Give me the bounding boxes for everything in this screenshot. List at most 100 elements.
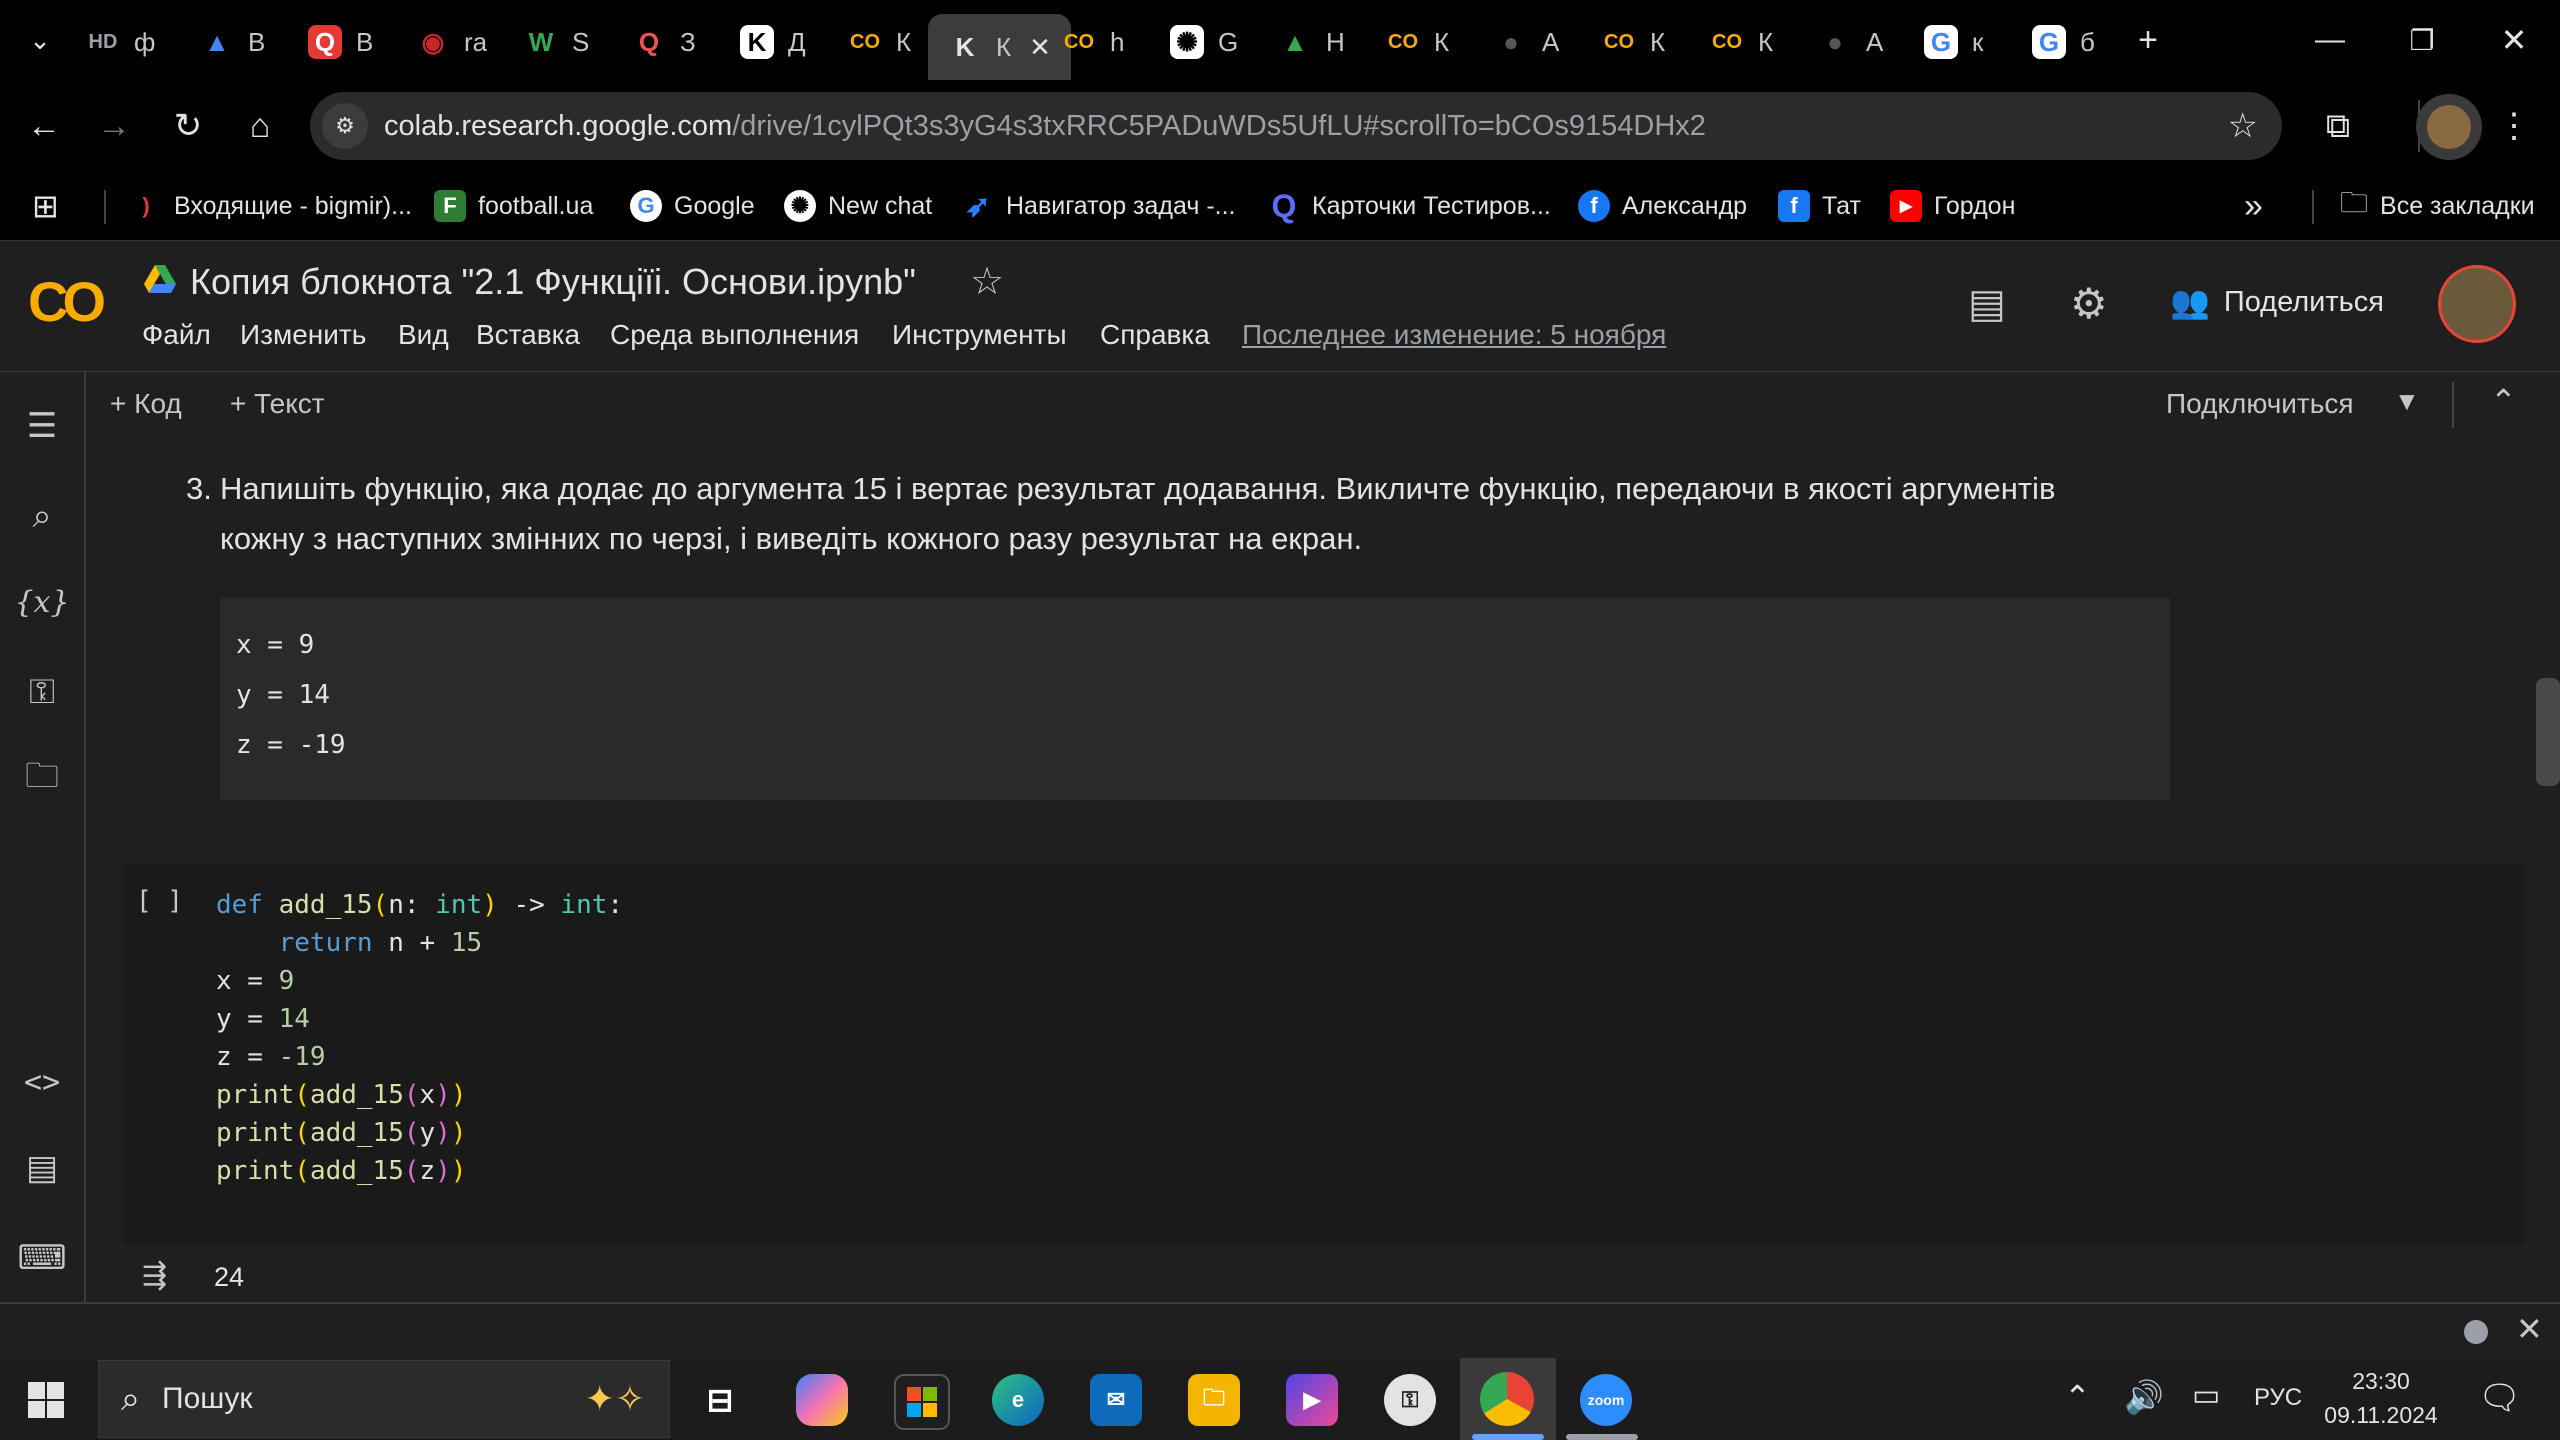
code-cell[interactable]: [ ] def add_15(n: int) -> int: return n … [124,864,2524,1244]
command-palette-icon[interactable]: ▤ [18,1144,66,1192]
browser-tab[interactable]: WS [524,14,590,70]
clock-date[interactable]: 09.11.2024 [2316,1402,2446,1429]
run-cell-button[interactable]: [ ] [136,886,183,916]
new-tab-button[interactable]: + [2124,16,2172,64]
share-button[interactable]: 👥 Поделиться [2170,283,2384,321]
store-app-icon[interactable] [894,1374,950,1430]
minimize-icon[interactable]: — [2306,16,2354,64]
windows-start-icon[interactable] [28,1382,64,1418]
menu-tools[interactable]: Инструменты [892,319,1067,351]
browser-tab[interactable]: ▲ Н [1278,14,1345,70]
forward-icon[interactable]: → [90,102,138,150]
bookmark-star-icon[interactable]: ☆ [2228,106,2258,146]
star-notebook-icon[interactable]: ☆ [970,259,1004,304]
bookmark-football[interactable]: Ffootball.ua [434,186,593,226]
settings-gear-icon[interactable]: ⚙ [2070,279,2108,328]
menu-help[interactable]: Справка [1100,319,1210,351]
connect-dropdown-icon[interactable]: ▼ [2394,386,2420,417]
browser-tab[interactable]: ● А [1494,14,1559,70]
extensions-icon[interactable]: ⧉ [2314,102,2362,150]
add-text-button[interactable]: + Текст [230,388,325,420]
chrome-menu-icon[interactable]: ⋮ [2490,102,2538,150]
comments-icon[interactable]: ▤ [1968,281,2006,327]
files-folder-icon[interactable]: 🗀 [18,756,66,804]
bookmark-gordon[interactable]: ▶ Гордон [1890,186,2015,226]
site-info-icon[interactable]: ⚙ [322,103,368,149]
menu-runtime[interactable]: Среда выполнения [610,319,859,351]
reload-icon[interactable]: ↻ [164,102,212,150]
browser-tab[interactable]: ● А [1818,14,1883,70]
search-icon[interactable]: ⌕ [18,492,66,540]
edge-app-icon[interactable]: e [992,1374,1044,1426]
table-of-contents-icon[interactable]: ☰ [18,402,66,450]
browser-tab[interactable]: ✺ G [1170,14,1238,70]
browser-tab[interactable]: CO К [1710,14,1773,70]
browser-tab[interactable]: K К ✕ [928,14,1071,80]
browser-tab[interactable]: ◉ ra [416,14,487,70]
zoom-app-icon[interactable]: zoom [1580,1374,1632,1426]
variables-icon[interactable]: {x} [14,578,69,626]
back-icon[interactable]: ← [20,102,68,150]
browser-tab[interactable]: CO К [1386,14,1449,70]
terminal-icon[interactable]: ⌨ [17,1234,66,1282]
chrome-taskbar-active[interactable] [1460,1358,1556,1440]
bookmarks-overflow-icon[interactable]: » [2244,186,2263,226]
taskbar-search-box[interactable]: ⌕ Пошук ✦✧ [98,1360,670,1438]
browser-tab[interactable]: CO К [1602,14,1665,70]
restore-icon[interactable]: ❐ [2398,16,2446,64]
bookmark-alexander[interactable]: f Александр [1578,186,1747,226]
battery-icon[interactable]: ▭ [2192,1378,2220,1413]
close-tab-icon[interactable]: ✕ [1029,32,1051,63]
copilot-app-icon[interactable] [796,1374,848,1426]
account-avatar[interactable] [2438,265,2516,343]
browser-tab[interactable]: HD ф [86,14,156,70]
mail-app-icon[interactable]: ✉ [1090,1374,1142,1426]
browser-tab[interactable]: CO h [1062,14,1124,70]
address-bar[interactable]: ⚙ colab.research.google.com/drive/1cylPQ… [310,92,2282,160]
menu-file[interactable]: Файл [142,319,211,351]
file-explorer-icon[interactable]: 🗀 [1188,1374,1240,1426]
colab-logo[interactable]: CO [28,269,106,334]
browser-tab[interactable]: KД [740,14,806,70]
bookmark-google[interactable]: G Google [630,186,755,226]
last-edit-link[interactable]: Последнее изменение: 5 ноября [1242,319,1666,351]
bookmark-tat[interactable]: f Тат [1778,186,1861,226]
scrollbar-thumb[interactable] [2536,678,2560,786]
browser-tab[interactable]: CO К [848,14,911,70]
code-editor[interactable]: def add_15(n: int) -> int: return n + 15… [216,886,623,1190]
bookmark-bigmir[interactable]: ) Входящие - bigmir)... [130,186,412,226]
notifications-icon[interactable]: 🗨 [2478,1378,2521,1418]
browser-tab[interactable]: Gб [2032,14,2095,70]
browser-tab[interactable]: QЗ [632,14,696,70]
keepass-app-icon[interactable]: ⚿ [1384,1374,1436,1426]
menu-insert[interactable]: Вставка [476,319,580,351]
browser-tab[interactable]: Gк [1924,14,1983,70]
browser-tab[interactable]: QВ [308,14,373,70]
tab-search-chevron-icon[interactable]: ⌄ [16,16,64,64]
all-bookmarks[interactable]: 🗀 Все закладки [2340,186,2535,226]
clock-time[interactable]: 23:30 [2326,1368,2436,1395]
close-window-icon[interactable]: ✕ [2490,16,2538,64]
profile-button[interactable] [2416,94,2482,160]
dismiss-icon[interactable]: ✕ [2516,1310,2543,1348]
home-icon[interactable]: ⌂ [236,102,284,150]
secrets-key-icon[interactable]: ⚿ [18,668,66,716]
code-snippets-icon[interactable]: <> [18,1058,66,1106]
menu-edit[interactable]: Изменить [240,319,366,351]
tray-chevron-icon[interactable]: ⌃ [2064,1378,2091,1416]
connect-button[interactable]: Подключиться [2166,388,2354,420]
collapse-header-icon[interactable]: ⌃ [2490,382,2517,420]
bookmark-jira[interactable]: ➶ Навигатор задач -... [962,186,1235,226]
menu-view[interactable]: Вид [398,319,449,351]
bookmark-newchat[interactable]: ✺ New chat [784,186,932,226]
add-code-button[interactable]: + Код [110,388,182,420]
clipchamp-app-icon[interactable]: ▶ [1286,1374,1338,1426]
bookmark-cards[interactable]: Q Карточки Тестиров... [1268,186,1551,226]
notebook-title[interactable]: Копия блокнота "2.1 Функціїі. Основи.ipy… [190,261,916,303]
output-toggle-icon[interactable]: ⇶ [142,1258,167,1293]
apps-grid-icon[interactable]: ⊞ [32,186,59,226]
browser-tab[interactable]: ▲ В [200,14,265,70]
volume-icon[interactable]: 🔊 [2124,1378,2164,1416]
task-view-icon[interactable]: ⊟ [694,1374,746,1426]
language-indicator[interactable]: РУС [2254,1384,2302,1412]
